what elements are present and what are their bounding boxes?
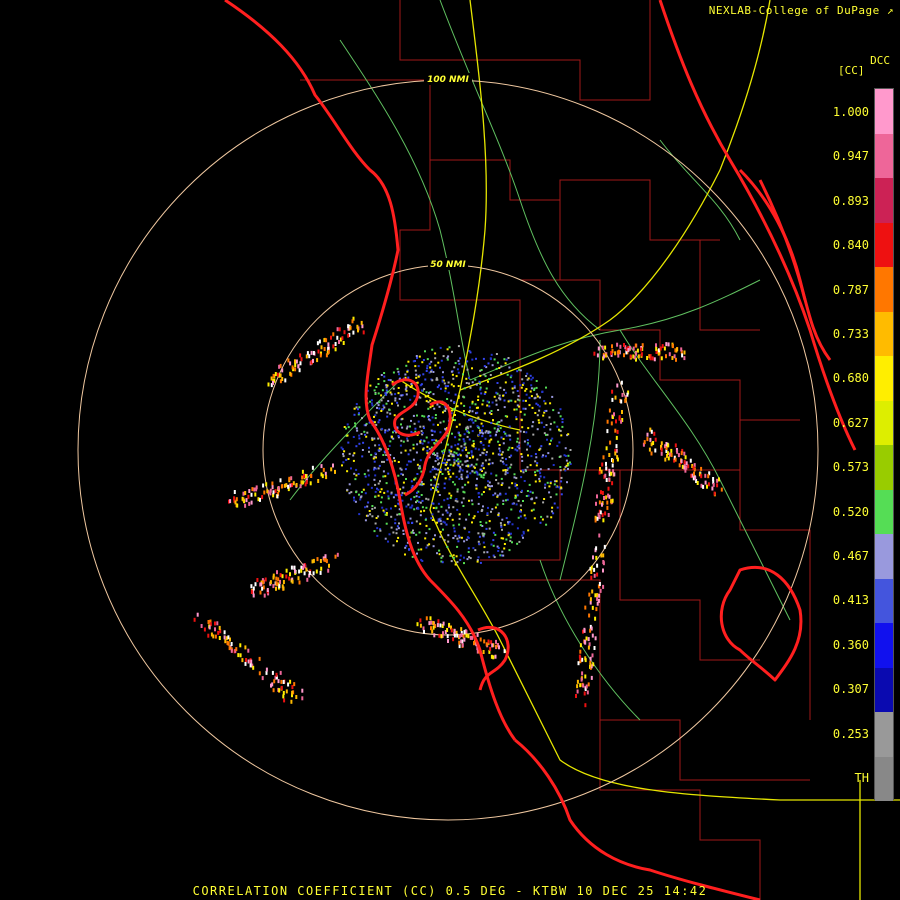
colorbar-band [875,400,893,445]
colorbar-band [875,133,893,178]
colorbar-tick-label: TH [854,771,869,785]
credit-label: NEXLAB-College of DuPage ↗ [708,4,894,17]
cursor-arrow-icon: ↗ [886,4,894,17]
colorbar-tick-label: 0.840 [832,238,869,253]
colorbar-tick-label: 0.627 [832,415,869,430]
product-caption: CORRELATION COEFFICIENT (CC) 0.5 DEG - K… [192,884,708,898]
colorbar-band [875,712,893,757]
colorbar-band [875,445,893,490]
legend-product-code: DCC [870,54,890,67]
colorbar-tick-label: 0.947 [832,149,869,164]
range-ring-label-50: 50 NMI [430,260,466,270]
colorbar-tick-label: 0.573 [832,460,869,475]
colorbar-band [875,222,893,267]
colorbar-band [875,178,893,223]
colorbar-tick-label: 0.733 [832,327,869,341]
colorbar-band [875,89,893,134]
colorbar-tick-label: 0.253 [832,726,869,741]
colorbar-tick-label: 0.787 [832,282,869,297]
colorbar [874,88,894,801]
colorbar-band [875,267,893,312]
colorbar-tick-label: 0.360 [832,637,869,652]
colorbar-tick-label: 0.467 [832,549,869,563]
colorbar-tick-label: 0.520 [832,504,869,519]
colorbar-tick-label: 0.307 [832,682,869,697]
colorbar-band [875,489,893,534]
range-ring-label-100: 100 NMI [427,75,469,85]
colorbar-tick-label: 1.000 [832,105,869,119]
colorbar-band [875,756,893,801]
colorbar-band [875,311,893,356]
colorbar-tick-label: 0.680 [832,371,869,386]
legend-header: DCC [CC] [830,54,890,78]
colorbar-band [875,667,893,712]
colorbar-tick-label: 0.413 [832,593,869,608]
legend-unit: [CC] [838,64,865,77]
colorbar-band [875,623,893,668]
colorbar-band [875,534,893,579]
colorbar-band [875,578,893,623]
colorbar-tick-label: 0.893 [832,193,869,208]
radar-map: 100 NMI 50 NMI [0,0,900,900]
colorbar-band [875,356,893,401]
